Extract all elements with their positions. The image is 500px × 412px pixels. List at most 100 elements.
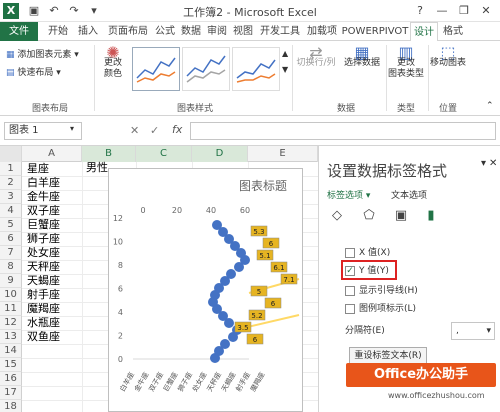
row-header[interactable]: 7 [0,246,22,260]
switch-row-column-button[interactable]: ⇄ 切换行/列 [292,45,340,69]
tab-powerpivot[interactable]: POWERPIVOT [340,22,410,41]
effects-icon[interactable]: ⬠ [361,208,377,224]
tab-home[interactable]: 开始 [44,22,72,41]
size-properties-icon[interactable]: ▣ [393,208,409,224]
cell-a[interactable]: 双子座 [27,205,60,217]
select-data-button[interactable]: ▦ 选择数据 [340,45,384,69]
x-tick-label: 40 [206,206,216,215]
cell-a[interactable]: 白羊座 [27,177,60,189]
change-colors-button[interactable]: ✺ 更改 颜色 [98,45,128,80]
chart-title[interactable]: 图表标题 [239,177,287,194]
row-header[interactable]: 13 [0,330,22,344]
separator-select[interactable]: , ▾ [451,322,495,340]
tab-page-layout[interactable]: 页面布局 [104,22,152,41]
tab-format[interactable]: 格式 [440,22,466,41]
fill-line-icon[interactable]: ◇ [329,208,345,224]
collapse-ribbon-icon[interactable]: ⌃ [486,101,494,111]
cell-a[interactable]: 水瓶座 [27,317,60,329]
checkbox-icon[interactable] [345,247,355,258]
label-option-checkbox[interactable]: X 值(X) [345,246,390,260]
column-header-e[interactable]: E [248,146,318,162]
column-header-c[interactable]: C [136,146,192,162]
row-header[interactable]: 10 [0,288,22,302]
pane-dropdown-icon[interactable]: ▾ [481,158,486,169]
cell-a[interactable]: 处女座 [27,247,60,259]
row-header[interactable]: 1 [0,162,22,176]
row-header[interactable]: 3 [0,190,22,204]
quick-layout-button[interactable]: ▤ 快速布局 ▾ [6,65,61,78]
tab-developer[interactable]: 开发工具 [256,22,304,41]
cell-a[interactable]: 魔羯座 [27,303,60,315]
move-chart-button[interactable]: ⬚ 移动图表 [428,45,468,69]
tab-label-options[interactable]: 标签选项 ▾ [327,188,370,201]
row-header[interactable]: 14 [0,344,22,358]
chart-style-thumb-icon [136,57,176,83]
tab-file[interactable]: 文件 [0,22,38,41]
undo-icon[interactable]: ↶ [46,3,62,19]
tab-formulas[interactable]: 公式 [152,22,178,41]
change-chart-type-button[interactable]: ▥ 更改 图表类型 [386,45,426,80]
column-header-b[interactable]: B [82,146,136,162]
redo-icon[interactable]: ↷ [66,3,82,19]
style-scroll-up-icon[interactable]: ▲ [282,49,288,58]
cell-b1[interactable]: 男性 [86,162,108,174]
checkbox-icon[interactable] [345,303,355,314]
minimize-icon[interactable]: — [432,2,452,20]
chart-object[interactable]: 0 20 40 60 0 2 4 6 8 10 12 白羊座 金牛座 双子座 巨蟹座 狮子座 处女座 天秤座 天蝎座… [108,168,303,412]
ribbon-tabs: 文件 开始 插入 页面布局 公式 数据 审阅 视图 开发工具 加载项 POWER… [0,22,500,42]
customize-qat-icon[interactable]: ▾ [86,3,102,19]
help-icon[interactable]: ? [410,2,430,20]
insert-function-button[interactable]: fx [172,123,182,136]
cell-a[interactable]: 金牛座 [27,191,60,203]
tab-data[interactable]: 数据 [178,22,204,41]
tab-review[interactable]: 审阅 [204,22,230,41]
option-label: X 值(X) [359,248,391,258]
category-label: 魔羯座 [248,370,266,393]
save-icon[interactable]: ▣ [26,3,42,19]
tab-view[interactable]: 视图 [230,22,256,41]
column-header-a[interactable]: A [22,146,82,162]
select-all-corner[interactable] [0,146,22,162]
restore-icon[interactable]: ❐ [454,2,474,20]
cell-a[interactable]: 狮子座 [27,233,60,245]
row-header[interactable]: 12 [0,316,22,330]
row-header[interactable]: 4 [0,204,22,218]
row-header[interactable]: 2 [0,176,22,190]
row-header[interactable]: 18 [0,400,22,412]
add-chart-element-button[interactable]: ▦ 添加图表元素 ▾ [6,47,79,60]
cell-a[interactable]: 巨蟹座 [27,219,60,231]
style-scroll-down-icon[interactable]: ▼ [282,65,288,74]
cell-a[interactable]: 双鱼座 [27,331,60,343]
checkbox-icon[interactable] [345,285,355,296]
column-header-d[interactable]: D [192,146,248,162]
tab-insert[interactable]: 插入 [74,22,102,41]
cancel-icon[interactable]: ✕ [130,124,139,137]
formula-input[interactable] [190,122,496,140]
chart-style-2[interactable] [182,47,230,91]
tab-addins[interactable]: 加载项 [304,22,340,41]
row-header[interactable]: 9 [0,274,22,288]
chart-style-3[interactable] [232,47,280,91]
row-header[interactable]: 5 [0,218,22,232]
cell-a[interactable]: 星座 [27,163,49,175]
label-options-icon[interactable]: ▮ [423,208,439,224]
close-icon[interactable]: ✕ [476,2,496,20]
cell-a[interactable]: 天蝎座 [27,275,60,287]
x-tick-label: 0 [140,206,145,215]
tab-design[interactable]: 设计 [410,22,438,42]
cell-a[interactable]: 射手座 [27,289,60,301]
cell-a[interactable]: 天秤座 [27,261,60,273]
label-option-checkbox[interactable]: 图例项标示(L) [345,302,416,316]
name-box-dropdown-icon[interactable]: ▾ [70,124,74,133]
row-header[interactable]: 16 [0,372,22,386]
row-header[interactable]: 8 [0,260,22,274]
row-header[interactable]: 6 [0,232,22,246]
row-header[interactable]: 15 [0,358,22,372]
chart-style-1[interactable] [132,47,180,91]
row-header[interactable]: 17 [0,386,22,400]
enter-icon[interactable]: ✓ [150,124,159,137]
label-option-checkbox[interactable]: 显示引导线(H) [345,284,418,298]
row-header[interactable]: 11 [0,302,22,316]
tab-text-options[interactable]: 文本选项 [391,188,427,201]
pane-close-icon[interactable]: ✕ [489,158,497,169]
